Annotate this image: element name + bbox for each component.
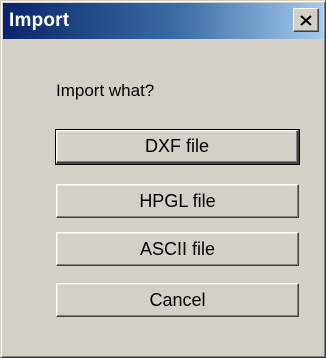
dxf-file-button[interactable]: DXF file	[55, 129, 300, 165]
ascii-file-button[interactable]: ASCII file	[56, 232, 299, 266]
title-bar[interactable]: Import	[3, 3, 323, 39]
dialog-title: Import	[9, 10, 70, 31]
cancel-button[interactable]: Cancel	[56, 283, 299, 317]
import-dialog: Import Import what? DXF file HPGL file A…	[0, 0, 326, 358]
hpgl-file-button[interactable]: HPGL file	[56, 184, 299, 218]
close-icon	[300, 14, 312, 26]
import-prompt-label: Import what?	[56, 81, 155, 100]
close-button[interactable]	[293, 8, 319, 32]
